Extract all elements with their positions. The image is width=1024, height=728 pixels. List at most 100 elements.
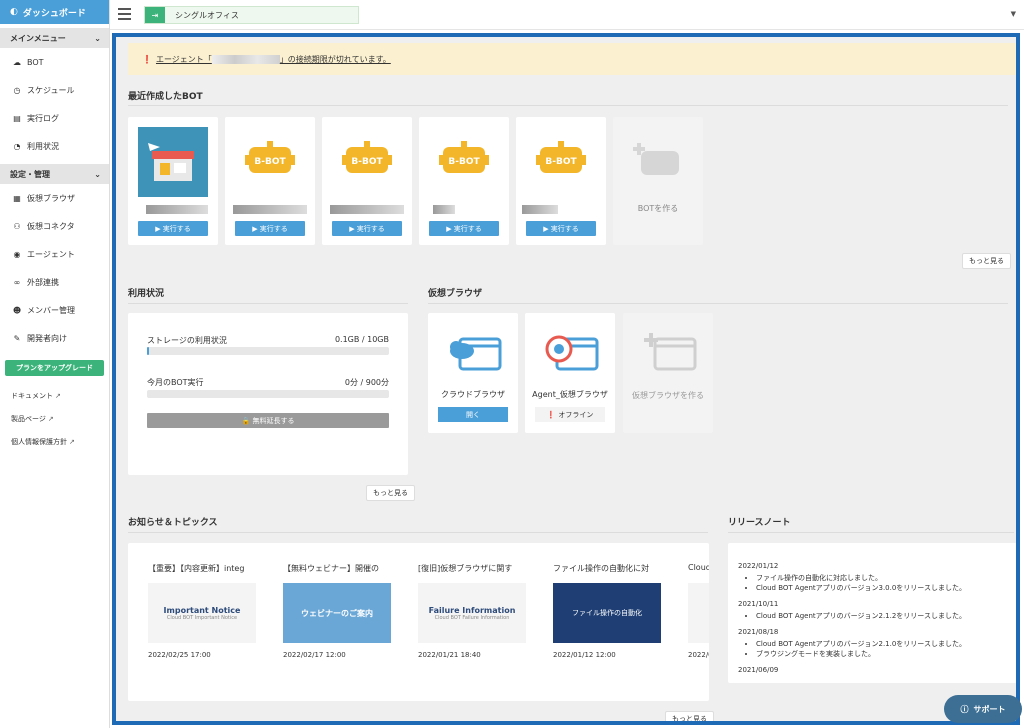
offline-label: オフライン — [558, 410, 594, 419]
settings-label: 設定・管理 — [10, 169, 50, 179]
cloud-browser-icon — [450, 337, 502, 371]
news-item-title: Cloud — [688, 563, 709, 572]
divider — [428, 303, 1008, 304]
news-item-title: 【重要】【内容更新】integ — [148, 564, 245, 573]
hamburger-menu-icon[interactable] — [118, 8, 131, 20]
main-menu-header[interactable]: メインメニュー ⌄ — [0, 28, 109, 48]
create-bot-card[interactable]: BOTを作る — [613, 117, 703, 245]
open-button[interactable]: 開く — [438, 407, 508, 422]
bbot-logo-text: B-BOT — [545, 157, 577, 167]
sidebar-item-vbrowser[interactable]: ▦ 仮想ブラウザ — [0, 184, 109, 212]
sidebar-item-developer[interactable]: ✎ 開発者向け — [0, 324, 109, 352]
redacted-bot-name — [522, 205, 558, 214]
more-news-button[interactable]: もっと見る — [665, 711, 714, 721]
run-button[interactable]: ▶ 実行する — [526, 221, 596, 236]
run-button[interactable]: ▶ 実行する — [235, 221, 305, 236]
release-note: Cloud BOT Agentアプリのバージョン2.1.0をリリースしました。 — [756, 639, 1008, 649]
storage-progress-fill — [147, 347, 150, 355]
sidebar-item-log[interactable]: ▤ 実行ログ — [0, 104, 109, 132]
news-item[interactable]: ファイル操作の自動化に対 ファイル操作の自動化 2022/01/12 12:00 — [553, 563, 665, 683]
upgrade-button[interactable]: プランをアップグレード — [5, 360, 104, 376]
link-docs[interactable]: ドキュメント ↗ — [0, 384, 109, 407]
support-label: サポート — [973, 704, 1006, 714]
news-item[interactable]: [復旧]仮想ブラウザに関す Failure Information Cloud B… — [418, 563, 530, 683]
run-button[interactable]: ▶ 実行する — [138, 221, 208, 236]
news-item[interactable]: Cloud 2022/0 — [688, 563, 709, 683]
bot-card[interactable]: ▶ 実行する — [128, 117, 218, 245]
users-icon: ☻ — [12, 305, 22, 315]
bot-icon: ☁ — [13, 57, 21, 67]
bot-exec-progress-bar — [147, 390, 389, 398]
cloud-browser-name: クラウドブラウザ — [441, 390, 505, 399]
create-vbrowser-card[interactable]: 仮想ブラウザを作る — [623, 313, 713, 433]
news-carousel: 【重要】【内容更新】integ Important Notice Cloud BO… — [128, 543, 709, 701]
link-privacy[interactable]: 個人情報保護方針 ↗ — [0, 430, 109, 453]
sidebar-item-bot[interactable]: ☁ BOT — [0, 48, 109, 76]
redacted-bot-name — [433, 205, 455, 214]
shop-illustration — [148, 143, 194, 181]
support-button[interactable]: ⓘ サポート — [944, 695, 1022, 723]
extend-free-button[interactable]: 🔒 無料延長する — [147, 413, 389, 428]
redacted-bot-name — [146, 205, 208, 214]
sidebar-item-agent[interactable]: ◉ エージェント — [0, 240, 109, 268]
news-item-date: 2022/02/17 12:00 — [283, 651, 346, 659]
news-item-title: [復旧]仮想ブラウザに関す — [418, 564, 513, 573]
release-notes-panel: 2022/01/12 ファイル操作の自動化に対応しました。Cloud BOT A… — [728, 543, 1016, 683]
more-bots-button[interactable]: もっと見る — [962, 253, 1011, 269]
sidebar-item-integration[interactable]: ∞ 外部連携 — [0, 268, 109, 296]
offline-status: ❗ オフライン — [535, 407, 605, 422]
sidebar-dashboard[interactable]: ◐ ダッシュボード — [0, 0, 109, 24]
bbot-logo-icon: B-BOT — [245, 141, 295, 173]
office-selector[interactable]: ⇥ シングルオフィス — [144, 6, 359, 24]
sidebar-item-usage[interactable]: ◔ 利用状況 — [0, 132, 109, 160]
exclamation-icon: ❗ — [142, 54, 152, 64]
link-label: ドキュメント — [11, 391, 53, 400]
news-item[interactable]: 【重要】【内容更新】integ Important Notice Cloud BO… — [148, 563, 260, 683]
news-thumbnail: ウェビナーのご案内 — [283, 583, 391, 643]
run-button[interactable]: ▶ 実行する — [332, 221, 402, 236]
sidebar-item-members[interactable]: ☻ メンバー管理 — [0, 296, 109, 324]
clock-icon: ◷ — [13, 85, 21, 95]
bot-card[interactable]: B-BOT ▶ 実行する — [419, 117, 509, 245]
divider — [728, 532, 1014, 533]
settings-header[interactable]: 設定・管理 ⌄ — [0, 164, 109, 184]
storage-label: ストレージの利用状況 — [147, 336, 227, 345]
link-label: 製品ページ — [11, 414, 46, 423]
sidebar-item-schedule[interactable]: ◷ スケジュール — [0, 76, 109, 104]
bot-card[interactable]: B-BOT ▶ 実行する — [516, 117, 606, 245]
bot-exec-value: 0分 / 900分 — [344, 378, 389, 387]
dashboard-icon: ◐ — [10, 7, 18, 17]
news-thumbnail — [688, 583, 709, 643]
link-product[interactable]: 製品ページ ↗ — [0, 407, 109, 430]
agent-browser-icon — [545, 335, 599, 371]
redacted-agent-name — [211, 54, 280, 64]
divider — [128, 532, 708, 533]
release-date: 2021/10/11 — [738, 600, 779, 608]
sign-in-icon: ⇥ — [145, 7, 165, 23]
topbar: ⇥ シングルオフィス ▼ — [110, 0, 1024, 30]
sidebar-item-label: 仮想ブラウザ — [27, 193, 75, 203]
alert-link[interactable]: エージェント「 」の接続期限が切れています。 — [156, 54, 391, 65]
vbrowser-card-agent[interactable]: Agent_仮想ブラウザ ❗ オフライン — [525, 313, 615, 433]
run-button[interactable]: ▶ 実行する — [429, 221, 499, 236]
bot-card[interactable]: B-BOT ▶ 実行する — [225, 117, 315, 245]
release-date: 2021/08/18 — [738, 628, 779, 636]
office-label: シングルオフィス — [175, 10, 239, 20]
more-usage-button[interactable]: もっと見る — [366, 485, 415, 501]
create-bot-label: BOTを作る — [637, 204, 679, 213]
external-link-icon: ↗ — [69, 437, 75, 446]
vbrowser-title: 仮想ブラウザ — [428, 289, 483, 299]
sidebar-item-connector[interactable]: ⚇ 仮想コネクタ — [0, 212, 109, 240]
bot-card[interactable]: B-BOT ▶ 実行する — [322, 117, 412, 245]
news-thumbnail: ファイル操作の自動化 — [553, 583, 661, 643]
create-vbrowser-label: 仮想ブラウザを作る — [632, 391, 704, 400]
document-icon: ▤ — [13, 113, 21, 123]
vbrowser-card-cloud[interactable]: クラウドブラウザ 開く — [428, 313, 518, 433]
news-item[interactable]: 【無料ウェビナー】開催の ウェビナーのご案内 2022/02/17 12:00 — [283, 563, 395, 683]
sidebar-item-label: エージェント — [27, 249, 75, 259]
sidebar-item-label: 仮想コネクタ — [27, 221, 75, 231]
bbot-logo-text: B-BOT — [254, 157, 286, 167]
thumb-heading: Important Notice — [163, 605, 241, 615]
caret-down-icon[interactable]: ▼ — [1011, 10, 1016, 18]
chevron-down-icon: ⌄ — [94, 169, 101, 179]
